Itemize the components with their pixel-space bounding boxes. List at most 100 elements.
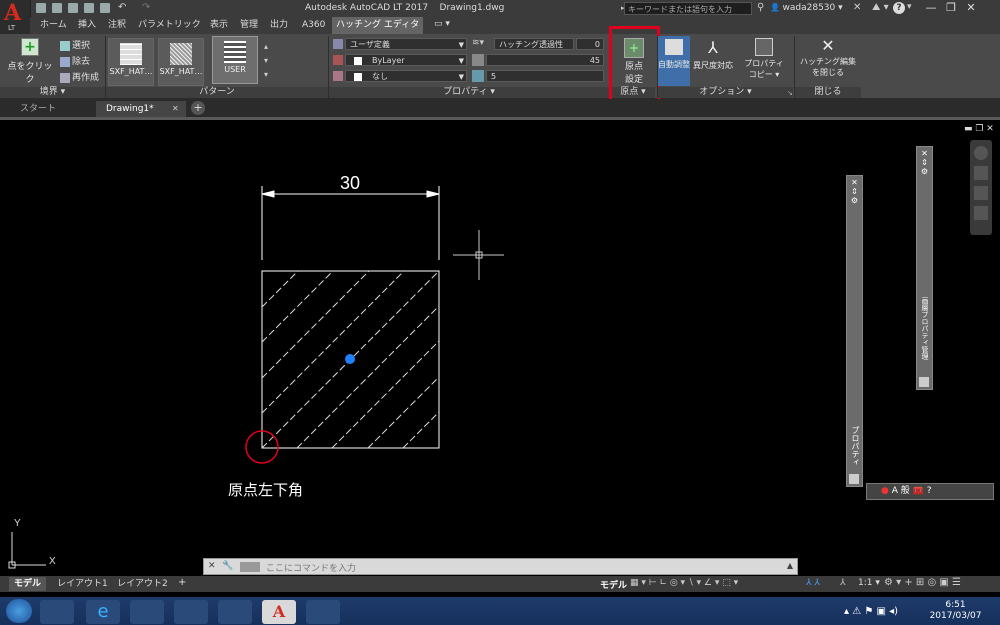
a360-icon[interactable]: ⛰ ▾ (872, 2, 889, 13)
new-file-icon[interactable] (36, 3, 46, 13)
background-color-select[interactable]: なし ▼ (345, 70, 467, 82)
ime-toolbar[interactable]: ● A 般 🧰 ? (866, 483, 994, 500)
minimize-icon[interactable]: — (924, 1, 938, 15)
tab-view[interactable]: 表示 (206, 17, 232, 34)
tab-output[interactable]: 出力 (266, 17, 292, 34)
command-input[interactable]: ここにコマンドを入力 (266, 561, 356, 574)
hatch-type-select[interactable]: ユーザ定義 ▼ (345, 38, 467, 50)
orbit-icon[interactable] (974, 206, 988, 220)
options-dialog-launcher-icon[interactable]: ↘ (787, 89, 793, 97)
palette-controls[interactable]: ✕ ⇕ ⚙ (847, 178, 862, 205)
open-file-icon[interactable] (52, 3, 62, 13)
properties-panel-title[interactable]: プロパティ ▾ (329, 87, 609, 98)
layout-tab-2[interactable]: レイアウト2 (112, 577, 173, 591)
system-tray-icons[interactable]: ▴ ⚠ ⚑ ▣ ◂) (844, 606, 898, 617)
status-bar-tools[interactable]: ▦ ▾ ⊢ ∟ ◎ ▾ ∖ ▾ ∠ ▾ ⬚ ▾ (630, 578, 738, 588)
tab-annotate[interactable]: 注釈 (104, 17, 130, 34)
command-history-icon[interactable]: ▲ (787, 561, 793, 570)
user-account[interactable]: 👤 wada28530 ▾ (770, 3, 843, 13)
restore-icon[interactable]: ❐ (944, 1, 958, 15)
exchange-icon[interactable]: ✕ (853, 2, 861, 13)
tab-a360[interactable]: A360 (298, 17, 329, 34)
tab-manage[interactable]: 管理 (236, 17, 262, 34)
match-properties-button[interactable]: プロパティ コピー ▾ (740, 36, 788, 80)
hatch-grip[interactable] (345, 354, 355, 364)
search-input[interactable]: キーワードまたは語句を入力 (624, 2, 752, 15)
pattern-scroll[interactable]: ▴ ▾ ▾ (264, 40, 268, 82)
remove-button[interactable]: 除去 (60, 54, 90, 67)
pattern-sxf-2[interactable]: SXF_HAT… (158, 38, 204, 86)
transparency-value[interactable]: 0 (576, 38, 604, 50)
options-panel-title[interactable]: オプション ▾ (658, 87, 793, 98)
layout-tab-1[interactable]: レイアウト1 (52, 577, 113, 591)
transparency-label[interactable]: ハッチング透過性 (494, 38, 574, 50)
ime-mode[interactable]: A 般 (892, 486, 910, 496)
properties-palette[interactable]: ✕ ⇕ ⚙ プロパティ (846, 175, 863, 487)
tab-home[interactable]: ホーム (36, 17, 71, 34)
hatch-color-select[interactable]: ByLayer ▼ (345, 54, 467, 66)
redo-icon[interactable]: ↷ (142, 3, 152, 13)
spacing-value[interactable]: 5 (486, 70, 604, 82)
annotation-scale-icon[interactable]: ⅄ ⅄ (806, 578, 820, 588)
doc-tab-start[interactable]: スタート (10, 101, 66, 117)
close-hatch-editor-button[interactable]: ✕ ハッチング編集 を閉じる (796, 36, 860, 78)
navigation-bar[interactable] (970, 140, 992, 235)
tab-insert[interactable]: 挿入 (74, 17, 100, 34)
window-title: Autodesk AutoCAD LT 2017 Drawing1.dwg (305, 3, 505, 13)
linear-dimension[interactable] (261, 186, 440, 260)
pan-icon[interactable] (974, 166, 988, 180)
media-player-icon[interactable] (40, 600, 74, 624)
application-menu-button[interactable]: A LT (0, 0, 31, 34)
hatch-type-icon (333, 39, 343, 49)
save-icon[interactable] (68, 3, 78, 13)
save-as-icon[interactable] (84, 3, 94, 13)
properties-palette-title: プロパティ (851, 426, 860, 466)
pattern-sxf-1[interactable]: SXF_HAT… (108, 38, 154, 86)
command-prompt-icon (240, 562, 260, 572)
layer-palette[interactable]: ✕ ⇕ ⚙ 画層プロパティ管理 (916, 146, 933, 390)
thunderbird-icon[interactable] (218, 600, 252, 624)
autocad-taskbar-icon[interactable]: A (262, 600, 296, 624)
command-line[interactable]: ✕ 🔧 ここにコマンドを入力 ▲ (203, 558, 798, 575)
start-button-icon[interactable] (6, 599, 32, 623)
tab-parametric[interactable]: パラメトリック (134, 17, 205, 34)
zoom-icon[interactable] (974, 186, 988, 200)
taskbar-clock[interactable]: 6:51 2017/03/07 (928, 600, 983, 622)
associative-toggle[interactable]: 自動調整 (658, 36, 690, 86)
angle-value[interactable]: 45 (486, 54, 604, 66)
close-tab-icon[interactable]: ✕ (172, 104, 179, 113)
model-space-button[interactable]: モデル (600, 578, 627, 591)
status-bar-settings[interactable]: ⚙ ▾ + ⊞ ◎ ▣ ☰ (884, 577, 961, 588)
undo-icon[interactable]: ↶ (118, 3, 128, 13)
select-button[interactable]: 選択 (60, 38, 90, 51)
layout-tab-model[interactable]: モデル (9, 577, 47, 591)
boundary-panel-title[interactable]: 境界 ▾ (0, 87, 105, 98)
ribbon-display-toggle-icon[interactable]: ▭ ▾ (434, 19, 450, 29)
annotation-scale-select[interactable]: 1:1 ▾ (858, 578, 880, 588)
paint-icon[interactable] (306, 600, 340, 624)
pattern-user[interactable]: USER (212, 36, 258, 84)
binoculars-icon[interactable]: ⚲ (757, 2, 764, 13)
new-tab-icon[interactable]: + (191, 101, 205, 115)
internet-explorer-icon[interactable]: e (86, 600, 120, 624)
tab-hatch-editor[interactable]: ハッチング エディタ (332, 17, 424, 34)
print-icon[interactable] (100, 3, 110, 13)
palette-controls[interactable]: ✕ ⇕ ⚙ (917, 149, 932, 176)
add-layout-icon[interactable]: + (178, 577, 186, 588)
recreate-button[interactable]: 再作成 (60, 70, 99, 83)
ime-icon: ● (881, 486, 889, 496)
command-line-settings-icon[interactable]: 🔧 (222, 561, 233, 571)
close-window-icon[interactable]: ✕ (964, 1, 978, 15)
annotation-visibility-icon[interactable]: ⅄ (840, 578, 846, 588)
user-icon: 👤 (770, 3, 783, 12)
ime-tools-icon[interactable]: 🧰 ? (913, 486, 932, 496)
pick-points-button[interactable]: + 点をクリック (4, 38, 56, 85)
command-line-close-icon[interactable]: ✕ (208, 561, 216, 571)
file-explorer-icon[interactable] (130, 600, 164, 624)
help-icon[interactable]: ? (893, 2, 905, 14)
annotative-toggle[interactable]: ⅄ 異尺度対応 (692, 38, 734, 71)
chrome-icon[interactable] (174, 600, 208, 624)
origin-annotation: 原点左下角 (228, 481, 304, 499)
steering-wheel-icon[interactable] (974, 146, 988, 160)
help-dropdown-icon[interactable]: ▾ (907, 2, 912, 12)
